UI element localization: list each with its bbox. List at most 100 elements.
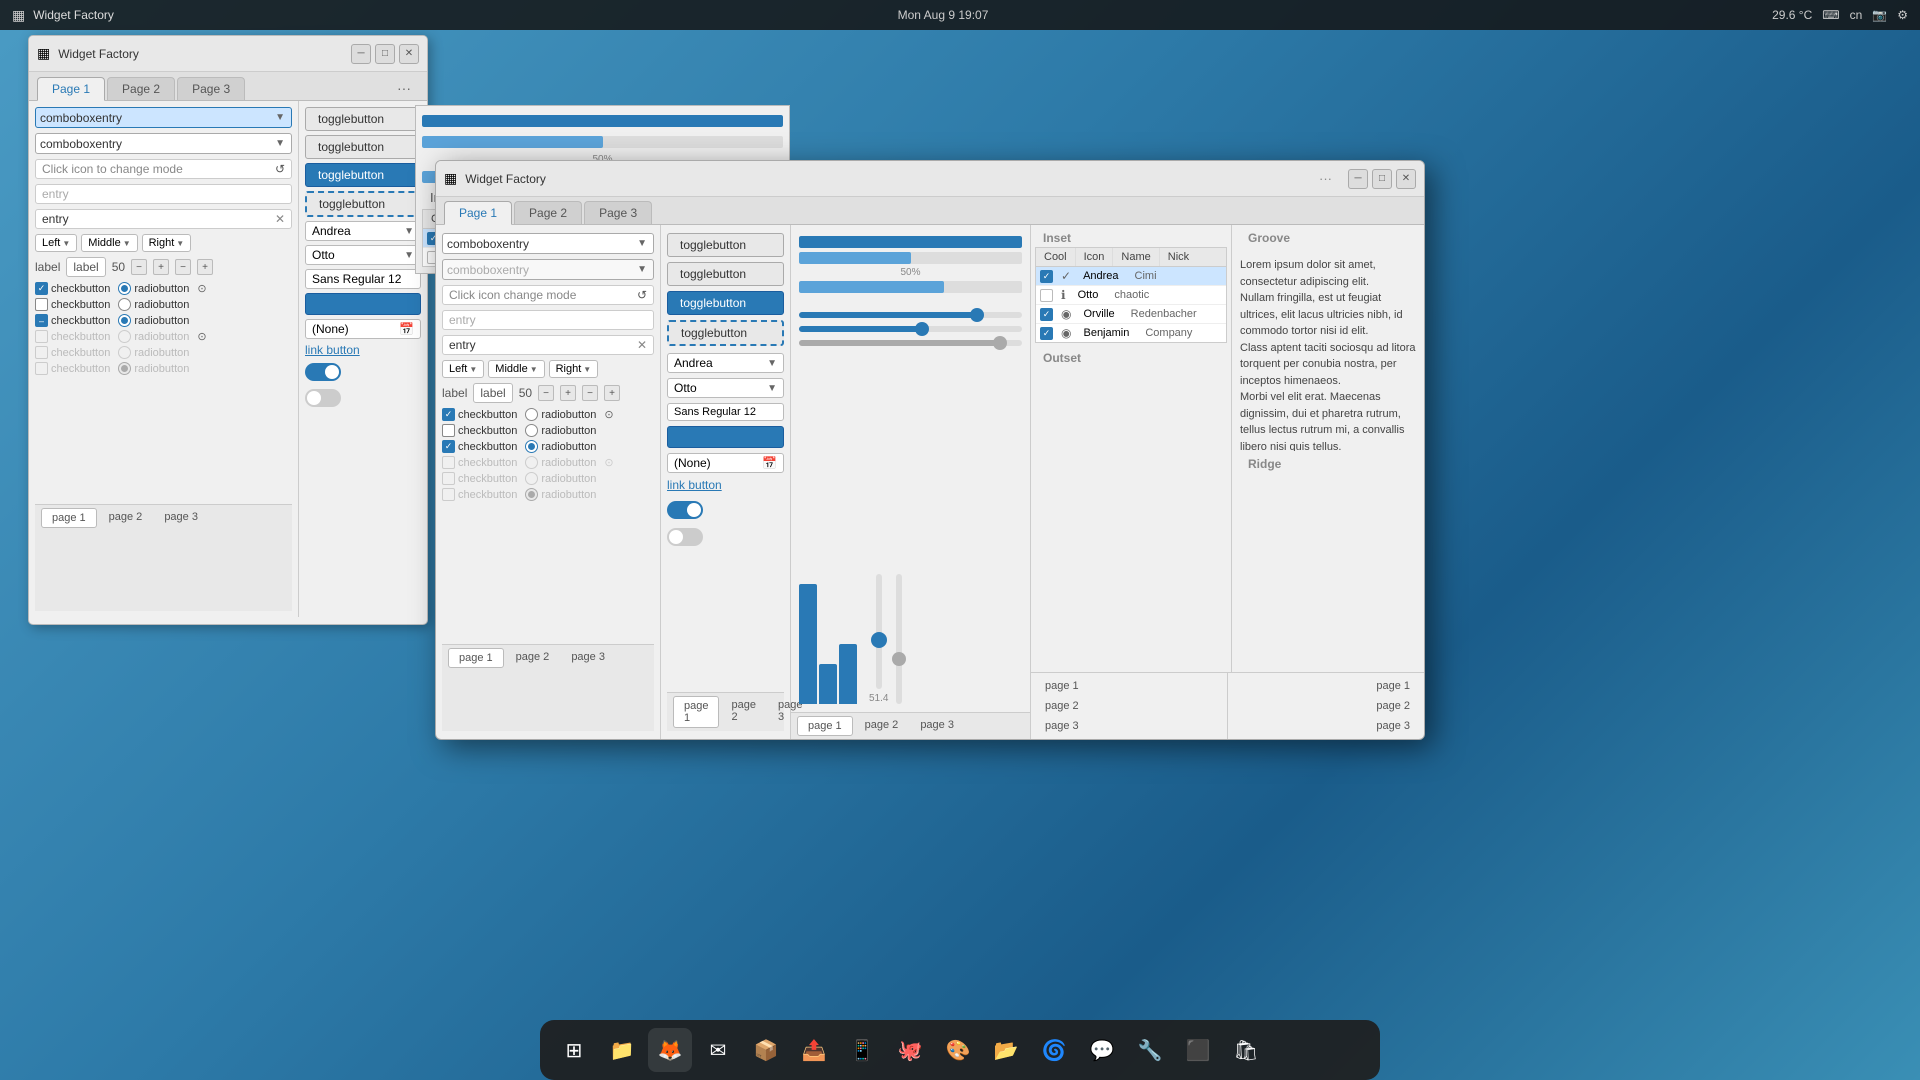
dialog-check6[interactable]: checkbutton [442, 488, 517, 501]
main-check2[interactable]: checkbutton [35, 298, 110, 311]
main-combo1-arrow[interactable]: ▼ [273, 110, 287, 125]
dialog-radio2[interactable]: radiobutton [525, 424, 596, 437]
taskbar-terminal-icon[interactable]: ⬛ [1176, 1028, 1220, 1072]
dialog-refresh-icon[interactable]: ↺ [637, 288, 647, 302]
main-toggle-btn2[interactable]: togglebutton [305, 135, 421, 159]
taskbar-figma-icon[interactable]: 🎨 [936, 1028, 980, 1072]
main-font-row[interactable]: Sans Regular 12 [305, 269, 421, 289]
main-tab-page1[interactable]: Page 1 [37, 77, 105, 101]
main-combo2-arrow[interactable]: ▼ [273, 136, 287, 151]
dialog-check2[interactable]: checkbutton [442, 424, 517, 437]
dialog-minimize-btn[interactable]: ─ [1348, 169, 1368, 189]
main-entry-clear-icon[interactable]: ✕ [275, 212, 285, 226]
dialog-combo2[interactable]: comboboxentry ▼ [442, 259, 654, 280]
dialog-align-right[interactable]: Right ▼ [549, 360, 599, 378]
main-check3[interactable]: – checkbutton [35, 314, 110, 327]
dialog-vert-slider-track[interactable] [876, 574, 882, 689]
dialog-align-left[interactable]: Left ▼ [442, 360, 484, 378]
dialog-center-tab-page1[interactable]: page 1 [1035, 677, 1223, 695]
taskbar-store-icon[interactable]: 🛍 [1224, 1028, 1268, 1072]
main-check1[interactable]: ✓ checkbutton [35, 282, 110, 295]
dialog-table-row-4[interactable]: ✓ ◉ Benjamin Company [1036, 324, 1226, 342]
dialog-link-button[interactable]: link button [667, 478, 784, 492]
main-andrea-combo[interactable]: Andrea ▼ [305, 221, 421, 241]
main-radio2[interactable]: radiobutton [118, 298, 189, 311]
dialog-toggle-btn2[interactable]: togglebutton [667, 262, 784, 286]
main-check4[interactable]: checkbutton [35, 330, 110, 343]
main-otto-combo[interactable]: Otto ▼ [305, 245, 421, 265]
dialog-page-tab2[interactable]: page 2 [506, 648, 560, 668]
main-entry1[interactable]: entry [35, 184, 292, 204]
dialog-check1[interactable]: ✓ checkbutton [442, 408, 517, 421]
dialog-check3[interactable]: ✓ checkbutton [442, 440, 517, 453]
dialog-right-tab-page3[interactable]: page 3 [1366, 717, 1420, 735]
dialog-table-row-2[interactable]: ℹ Otto chaotic [1036, 286, 1226, 305]
dialog-tab-page2[interactable]: Page 2 [514, 201, 582, 224]
main-toggle-btn1[interactable]: togglebutton [305, 107, 421, 131]
dialog-entry1[interactable]: entry [442, 310, 654, 330]
dialog-table-row-3[interactable]: ✓ ◉ Orville Redenbacher [1036, 305, 1226, 324]
main-refresh-icon[interactable]: ↺ [275, 162, 285, 176]
dialog-center-tab-page2[interactable]: page 2 [1035, 697, 1223, 715]
dialog-check4[interactable]: checkbutton [442, 456, 517, 469]
main-combo1[interactable]: comboboxentry ▼ [35, 107, 292, 128]
dialog-sliders-tab1[interactable]: page 1 [797, 716, 853, 736]
main-align-left[interactable]: Left ▼ [35, 234, 77, 252]
dialog-combo2-arrow[interactable]: ▼ [635, 262, 649, 277]
main-color-button[interactable] [305, 293, 421, 315]
main-spin-plus[interactable]: + [153, 259, 169, 275]
dialog-radio6[interactable]: radiobutton [525, 488, 596, 501]
dialog-toggle-btn4[interactable]: togglebutton [667, 320, 784, 346]
dialog-sliders-tab2[interactable]: page 2 [855, 716, 909, 736]
dialog-andrea-combo[interactable]: Andrea ▼ [667, 353, 784, 373]
dialog-check5[interactable]: checkbutton [442, 472, 517, 485]
taskbar-mail-icon[interactable]: ✉ [696, 1028, 740, 1072]
main-minimize-btn[interactable]: ─ [351, 44, 371, 64]
main-tab-page2[interactable]: Page 2 [107, 77, 175, 100]
dialog-vert-slider2-track[interactable] [896, 574, 902, 704]
main-toggle-on[interactable] [305, 363, 341, 381]
dialog-more-btn[interactable]: ··· [1319, 171, 1332, 186]
taskbar-chat-icon[interactable]: 💬 [1080, 1028, 1124, 1072]
taskbar-folder2-icon[interactable]: 📂 [984, 1028, 1028, 1072]
dialog-spin-plus2[interactable]: + [604, 385, 620, 401]
dialog-slider1[interactable] [799, 312, 1022, 318]
main-radio1[interactable]: radiobutton [118, 282, 189, 295]
main-tab-more[interactable]: ··· [389, 76, 419, 100]
main-entry2[interactable]: entry ✕ [35, 209, 292, 229]
main-radio3[interactable]: radiobutton [118, 314, 189, 327]
dialog-spin-minus2[interactable]: − [582, 385, 598, 401]
dialog-close-btn[interactable]: ✕ [1396, 169, 1416, 189]
dialog-combo1[interactable]: comboboxentry ▼ [442, 233, 654, 254]
taskbar-phone-icon[interactable]: 📱 [840, 1028, 884, 1072]
dialog-entry-clear-icon[interactable]: ✕ [637, 338, 647, 352]
dialog-tab-page3[interactable]: Page 3 [584, 201, 652, 224]
dialog-right-tab-page1[interactable]: page 1 [1366, 677, 1420, 695]
dialog-page-tab1[interactable]: page 1 [448, 648, 504, 668]
main-toggle-btn3[interactable]: togglebutton [305, 163, 421, 187]
dialog-toggle-btn3[interactable]: togglebutton [667, 291, 784, 315]
dialog-entry2[interactable]: entry ✕ [442, 335, 654, 355]
dialog-align-middle[interactable]: Middle ▼ [488, 360, 544, 378]
main-spin-minus[interactable]: − [131, 259, 147, 275]
dialog-radio3[interactable]: radiobutton [525, 440, 596, 453]
taskbar-firefox-icon[interactable]: 🦊 [648, 1028, 692, 1072]
taskbar-grid-icon[interactable]: ⊞ [552, 1028, 596, 1072]
main-combo2[interactable]: comboboxentry ▼ [35, 133, 292, 154]
main-check5[interactable]: checkbutton [35, 346, 110, 359]
dialog-toggle-tab1[interactable]: page 1 [673, 696, 719, 728]
taskbar-green-icon[interactable]: 🌀 [1032, 1028, 1076, 1072]
main-check6[interactable]: checkbutton [35, 362, 110, 375]
dialog-page-tab3[interactable]: page 3 [561, 648, 615, 668]
dialog-center-tab-page3[interactable]: page 3 [1035, 717, 1223, 735]
dialog-sliders-tab3[interactable]: page 3 [910, 716, 964, 736]
main-page-tab1[interactable]: page 1 [41, 508, 97, 528]
main-page-tab3[interactable]: page 3 [154, 508, 208, 528]
taskbar-github-icon[interactable]: 🐙 [888, 1028, 932, 1072]
dialog-table-row-1[interactable]: ✓ ✓ Andrea Cimi [1036, 267, 1226, 286]
dialog-combo1-arrow[interactable]: ▼ [635, 236, 649, 251]
main-maximize-btn[interactable]: □ [375, 44, 395, 64]
taskbar-upload-icon[interactable]: 📤 [792, 1028, 836, 1072]
dialog-radio4[interactable]: radiobutton [525, 456, 596, 469]
main-toggle-off[interactable] [305, 389, 341, 407]
